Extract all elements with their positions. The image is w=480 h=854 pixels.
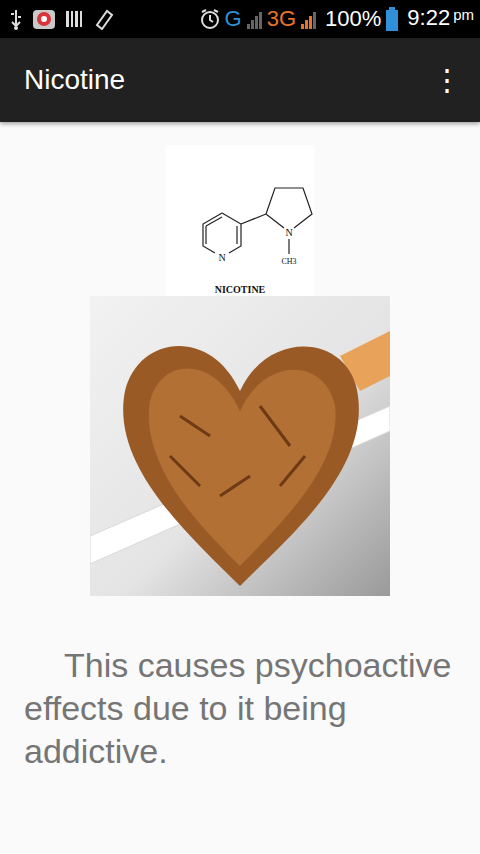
rotate-icon xyxy=(92,8,114,30)
app-title: Nicotine xyxy=(24,59,125,101)
app-notification-icon xyxy=(32,8,56,31)
clock-time: 9:22 xyxy=(407,7,450,31)
clock-suffix: pm xyxy=(453,7,474,31)
overflow-menu-button[interactable]: ⋮ xyxy=(432,65,456,95)
signal-icon xyxy=(246,8,263,30)
signal-icon xyxy=(300,8,317,30)
battery-level: 100% xyxy=(325,8,381,30)
network-type: 3G xyxy=(267,8,296,30)
app-bar: Nicotine ⋮ xyxy=(0,38,480,122)
status-icons-left xyxy=(8,8,114,31)
usb-icon xyxy=(8,8,24,30)
barcode-icon xyxy=(64,8,84,30)
status-icons-right: G 3G 100% 9:22pm xyxy=(199,7,474,31)
structure-label: NICOTINE xyxy=(215,284,266,295)
network-type: G xyxy=(225,8,242,30)
battery-icon xyxy=(385,7,399,31)
structure-label: CH3 xyxy=(281,257,296,266)
description-text: This causes psychoactive effects due to … xyxy=(0,596,480,773)
content: N N CH3 NICOTINE xyxy=(0,122,480,596)
structure-label: N xyxy=(285,227,292,238)
clock: 9:22pm xyxy=(407,7,474,31)
nicotine-structure: N N CH3 NICOTINE xyxy=(165,145,315,297)
tobacco-photo xyxy=(90,296,390,596)
status-bar: G 3G 100% 9:22pm xyxy=(0,0,480,38)
structure-label: N xyxy=(218,252,225,263)
alarm-icon xyxy=(199,8,221,30)
